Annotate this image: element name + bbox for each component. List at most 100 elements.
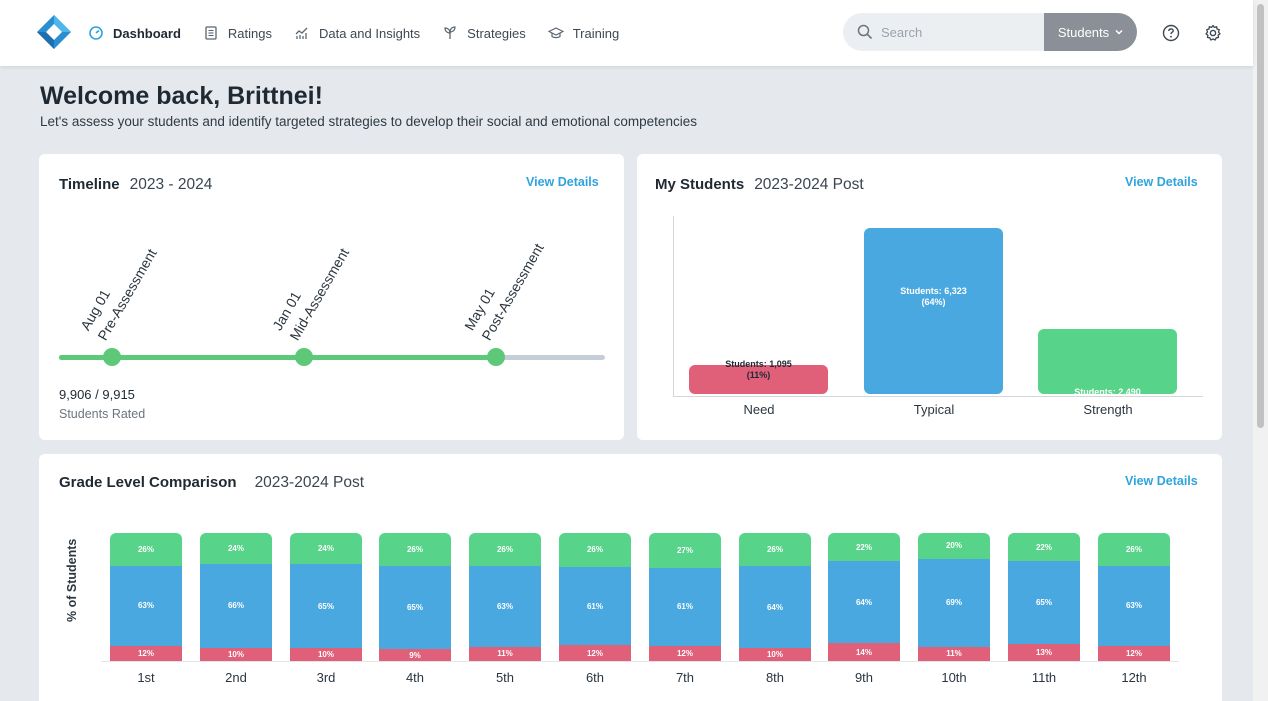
bar-segment-strength[interactable]: 26% (1098, 533, 1170, 566)
nav-item-training[interactable]: Training (547, 25, 620, 41)
timeline-milestone-dot[interactable] (295, 348, 313, 366)
bar-segment-typical[interactable]: 63% (1098, 565, 1170, 646)
bar-segment-need[interactable]: 12% (110, 645, 182, 661)
bar-typical[interactable] (864, 228, 1003, 394)
segment-percent-label: 61% (676, 602, 693, 612)
bar-segment-strength[interactable]: 22% (1008, 533, 1080, 562)
bar-segment-strength[interactable]: 26% (379, 533, 451, 567)
bar-segment-typical[interactable]: 69% (918, 558, 990, 647)
grade-label: 3rd (316, 670, 336, 685)
grade-label: 4th (405, 670, 425, 685)
grade-label: 7th (675, 670, 695, 685)
nav-item-strategies[interactable]: Strategies (442, 25, 526, 41)
nav-item-label: Strategies (467, 25, 526, 41)
main-nav: Dashboard Ratings Data and Insights Stra… (88, 0, 641, 66)
students-rated-count: 9,906 / 9,915 (59, 387, 135, 402)
help-icon[interactable] (1162, 24, 1180, 42)
search-box (843, 13, 1044, 51)
segment-percent-label: 65% (317, 601, 334, 611)
gear-icon[interactable] (1204, 24, 1222, 42)
card-title: Grade Level Comparison 2023-2024 Post (59, 474, 364, 492)
chart-x-axis (101, 661, 1179, 662)
page-title: Welcome back, Brittnei! (40, 82, 323, 110)
top-navigation-bar: Dashboard Ratings Data and Insights Stra… (0, 0, 1253, 66)
bar-segment-need[interactable]: 10% (739, 648, 811, 661)
bar-data-count: Students: 1,095 (725, 359, 792, 369)
bar-segment-typical[interactable]: 65% (290, 564, 362, 649)
segment-percent-label: 11% (946, 649, 962, 659)
bar-segment-need[interactable]: 14% (828, 643, 900, 661)
graduation-cap-icon (547, 27, 564, 39)
bar-segment-typical[interactable]: 64% (739, 566, 811, 649)
bar-segment-need[interactable]: 12% (649, 645, 721, 661)
category-label: Typical (913, 402, 955, 417)
nav-item-dashboard[interactable]: Dashboard (88, 25, 181, 41)
scrollbar-thumb[interactable] (1257, 4, 1264, 428)
card-title: Timeline 2023 - 2024 (59, 176, 212, 194)
card-period: 2023-2024 Post (754, 176, 864, 193)
segment-percent-label: 22% (1035, 542, 1052, 552)
segment-percent-label: 64% (855, 597, 872, 607)
nav-item-data-and-insights[interactable]: Data and Insights (294, 25, 420, 41)
bar-segment-need[interactable]: 9% (379, 649, 451, 661)
view-details-link[interactable]: View Details (1125, 175, 1198, 189)
view-details-link[interactable]: View Details (1125, 474, 1198, 488)
segment-percent-label: 14% (855, 647, 872, 657)
nav-item-label: Training (572, 25, 620, 41)
bar-segment-need[interactable]: 10% (200, 648, 272, 661)
students-rated-label: Students Rated (59, 407, 146, 421)
bar-segment-typical[interactable]: 61% (649, 567, 721, 646)
segment-percent-label: 26% (586, 545, 603, 555)
bar-segment-need[interactable]: 12% (559, 645, 631, 661)
bar-data-label: Students: 6,323 (64%) (864, 286, 1003, 308)
role-select-dropdown[interactable]: Students (1044, 13, 1137, 51)
timeline-milestone-label: Jan 01 Mid-Assessment (267, 177, 387, 344)
segment-percent-label: 20% (945, 541, 962, 551)
segment-percent-label: 12% (1125, 648, 1142, 658)
bar-data-count: Students: 2,490 (1074, 387, 1141, 397)
scrollbar[interactable] (1253, 0, 1268, 701)
bar-segment-typical[interactable]: 61% (559, 566, 631, 646)
search-input[interactable] (881, 24, 1021, 40)
bar-segment-strength[interactable]: 27% (649, 533, 721, 568)
chart-y-axis (673, 216, 674, 396)
bar-segment-strength[interactable]: 24% (290, 533, 362, 565)
grade-label: 10th (941, 670, 967, 685)
sprout-icon (444, 26, 456, 39)
bar-segment-typical[interactable]: 63% (469, 566, 541, 647)
bar-segment-typical[interactable]: 65% (1008, 561, 1080, 645)
bar-segment-strength[interactable]: 22% (828, 533, 900, 562)
bar-segment-typical[interactable]: 65% (379, 566, 451, 650)
bar-segment-typical[interactable]: 64% (828, 561, 900, 644)
role-select-label: Students (1057, 24, 1110, 40)
y-axis-label: % of Students (65, 538, 79, 622)
card-title-text: Grade Level Comparison (59, 474, 237, 491)
segment-percent-label: 13% (1035, 648, 1052, 658)
segment-percent-label: 27% (676, 545, 693, 555)
timeline-milestone-dot[interactable] (103, 348, 121, 366)
bar-segment-need[interactable]: 13% (1008, 644, 1080, 661)
grade-label: 6th (585, 670, 605, 685)
bar-segment-typical[interactable]: 66% (200, 563, 272, 649)
bar-segment-strength[interactable]: 24% (200, 533, 272, 564)
bar-segment-strength[interactable]: 26% (559, 533, 631, 567)
bar-segment-typical[interactable]: 63% (110, 565, 182, 646)
segment-percent-label: 64% (766, 602, 783, 612)
bar-segment-need[interactable]: 11% (469, 646, 541, 661)
segment-percent-label: 10% (766, 650, 783, 660)
nav-item-ratings[interactable]: Ratings (203, 25, 272, 41)
bar-segment-strength[interactable]: 20% (918, 533, 990, 559)
segment-percent-label: 65% (406, 603, 423, 613)
bar-segment-strength[interactable]: 26% (469, 533, 541, 567)
bar-segment-strength[interactable]: 26% (110, 533, 182, 566)
bar-segment-need[interactable]: 11% (918, 646, 990, 661)
bar-segment-strength[interactable]: 26% (739, 533, 811, 567)
diamond-logo-icon[interactable] (36, 14, 72, 50)
segment-percent-label: 11% (497, 649, 513, 659)
bar-strength[interactable] (1038, 329, 1177, 394)
grade-label: 9th (854, 670, 874, 685)
segment-percent-label: 66% (227, 601, 244, 611)
bar-segment-need[interactable]: 10% (290, 648, 362, 661)
timeline-milestone-dot[interactable] (487, 348, 505, 366)
bar-segment-need[interactable]: 12% (1098, 645, 1170, 661)
